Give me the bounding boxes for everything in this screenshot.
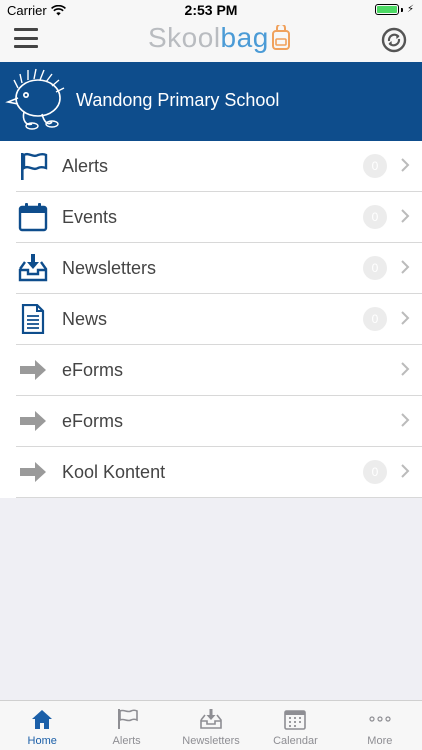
- flag-icon: [18, 151, 48, 181]
- tab-label: Newsletters: [182, 735, 240, 747]
- chevron-right-icon: [401, 413, 410, 427]
- chevron-right-icon: [401, 362, 410, 376]
- calendar-icon: [283, 707, 307, 731]
- backpack-icon: [271, 25, 290, 50]
- sync-button[interactable]: [380, 26, 408, 54]
- menu-item-events[interactable]: Events 0: [0, 192, 422, 243]
- count-badge: 0: [363, 460, 387, 484]
- document-icon: [18, 304, 48, 334]
- count-badge: 0: [363, 307, 387, 331]
- chevron-right-icon: [401, 260, 410, 274]
- school-name: Wandong Primary School: [76, 90, 280, 110]
- menu-item-label: Events: [62, 207, 118, 227]
- battery-icon: [374, 4, 399, 15]
- inbox-download-icon: [18, 253, 48, 283]
- count-badge: 0: [363, 205, 387, 229]
- menu-item-alerts[interactable]: Alerts 0: [0, 141, 422, 192]
- tab-calendar[interactable]: Calendar: [253, 701, 337, 750]
- count-badge: 0: [363, 256, 387, 280]
- tab-alerts[interactable]: Alerts: [84, 701, 168, 750]
- menu-item-label: Alerts: [62, 156, 109, 176]
- menu-item-label: eForms: [62, 360, 124, 380]
- battery-indicator: ⚡: [374, 4, 414, 15]
- tab-label: More: [367, 735, 393, 747]
- tab-bar: Home Alerts Newsletters Calendar More: [0, 700, 422, 750]
- tab-label: Home: [27, 735, 57, 747]
- tab-label: Calendar: [273, 735, 318, 747]
- menu-item-news[interactable]: News 0: [0, 294, 422, 345]
- logo-text-skool: Skool: [148, 22, 221, 53]
- home-icon: [30, 707, 54, 731]
- inbox-download-icon: [199, 707, 223, 731]
- menu-item-label: eForms: [62, 411, 124, 431]
- status-time: 2:53 PM: [184, 2, 238, 18]
- menu-list: Alerts 0 Events 0 Newsletters 0 News 0 e…: [0, 141, 422, 498]
- school-banner: Wandong Primary School: [0, 62, 422, 141]
- arrow-right-icon: [18, 355, 48, 385]
- tab-home[interactable]: Home: [0, 701, 84, 750]
- tab-newsletters[interactable]: Newsletters: [169, 701, 253, 750]
- menu-item-eforms-2[interactable]: eForms: [0, 396, 422, 447]
- logo-text-bag: bag: [220, 22, 269, 53]
- skoolbag-logo: Skool bag: [148, 22, 291, 54]
- menu-item-eforms[interactable]: eForms: [0, 345, 422, 396]
- menu-item-kool-kontent[interactable]: Kool Kontent 0: [0, 447, 422, 498]
- flag-icon: [115, 707, 139, 731]
- status-bar: Carrier 2:53 PM ⚡: [0, 0, 422, 20]
- menu-item-label: Newsletters: [62, 258, 157, 278]
- charging-icon: ⚡: [406, 4, 414, 15]
- tab-label: Alerts: [112, 735, 141, 747]
- calendar-icon: [18, 202, 48, 232]
- chevron-right-icon: [401, 464, 410, 478]
- chevron-right-icon: [401, 311, 410, 325]
- menu-item-label: News: [62, 309, 108, 329]
- menu-item-newsletters[interactable]: Newsletters 0: [0, 243, 422, 294]
- hamburger-menu-button[interactable]: [14, 28, 38, 48]
- arrow-right-icon: [18, 406, 48, 436]
- chevron-right-icon: [401, 209, 410, 223]
- chevron-right-icon: [401, 158, 410, 172]
- menu-item-label: Kool Kontent: [62, 462, 166, 482]
- arrow-right-icon: [18, 457, 48, 487]
- count-badge: 0: [363, 154, 387, 178]
- tab-more[interactable]: More: [338, 701, 422, 750]
- echidna-logo-icon: [5, 68, 65, 130]
- nav-bar: Skool bag: [0, 20, 422, 62]
- more-dots-icon: [368, 707, 392, 731]
